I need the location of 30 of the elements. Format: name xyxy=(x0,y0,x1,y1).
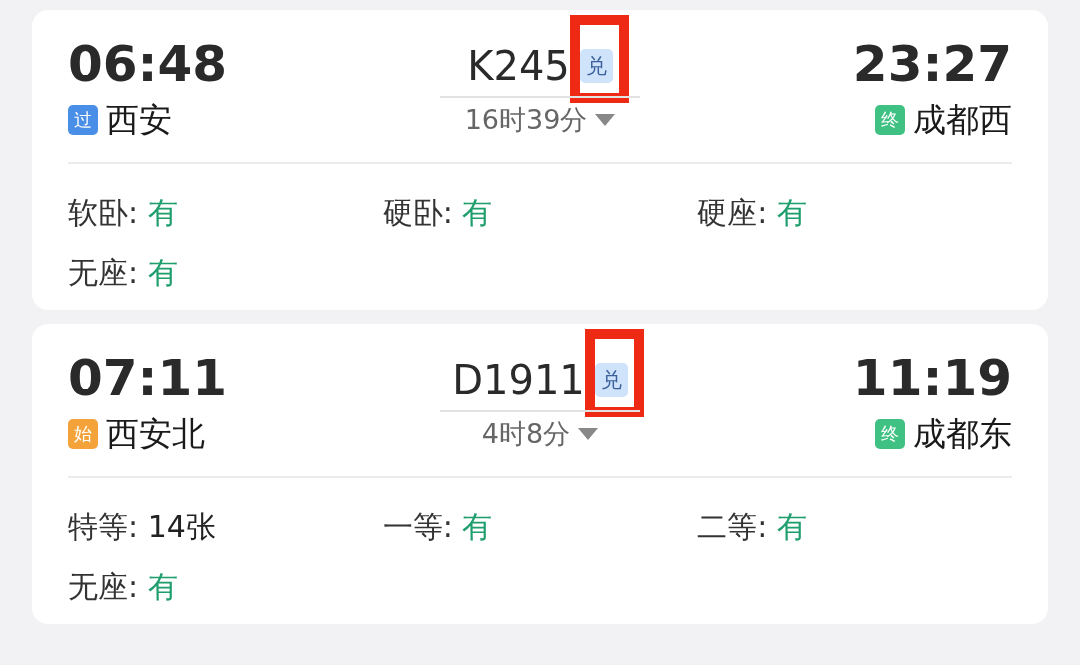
station-badge: 过 xyxy=(68,105,98,135)
seat-availability: 二等: 有 xyxy=(697,508,808,546)
caret-icon[interactable] xyxy=(595,114,616,126)
station-name: 西安 xyxy=(106,100,172,140)
travel-duration: 4时8分 xyxy=(481,417,571,451)
train-number: K245 xyxy=(467,42,570,91)
seat-availability: 硬座: 有 xyxy=(697,194,808,232)
seat-availability: 软卧: 有 xyxy=(68,194,179,232)
seat-availability: 无座: 有 xyxy=(68,254,179,292)
station-name: 成都东 xyxy=(913,414,1012,454)
station-badge: 始 xyxy=(68,419,98,449)
departure-time: 23:27 xyxy=(852,34,1012,94)
seat-availability: 特等: 14张 xyxy=(68,508,217,546)
seat-availability: 一等: 有 xyxy=(382,508,494,546)
train-card[interactable]: 06:48 过 西安 K245 兑 16时39分 23:27 终 成都西 软卧: 有 硬卧: 有 硬座: 有 无座: 有 xyxy=(32,10,1048,310)
station-name: 成都西 xyxy=(913,100,1012,140)
train-card[interactable]: 07:11 始 西安北 D1911 兑 4时8分 11:19 终 成都东 特等: 14张 一等: 有 二等: 有 无座: 有 xyxy=(32,324,1048,624)
caret-icon[interactable] xyxy=(578,428,599,440)
train-number: D1911 xyxy=(452,356,585,405)
station-badge: 终 xyxy=(875,105,905,135)
exchange-badge: 兑 xyxy=(594,363,628,397)
seat-availability: 无座: 有 xyxy=(68,568,179,606)
exchange-badge: 兑 xyxy=(579,49,613,83)
station-badge: 终 xyxy=(875,419,905,449)
departure-time: 06:48 xyxy=(68,34,229,94)
station-name: 西安北 xyxy=(106,414,205,454)
seat-availability: 硬卧: 有 xyxy=(382,194,494,232)
travel-duration: 16时39分 xyxy=(464,103,588,137)
departure-time: 11:19 xyxy=(852,348,1012,408)
departure-time: 07:11 xyxy=(68,348,229,408)
